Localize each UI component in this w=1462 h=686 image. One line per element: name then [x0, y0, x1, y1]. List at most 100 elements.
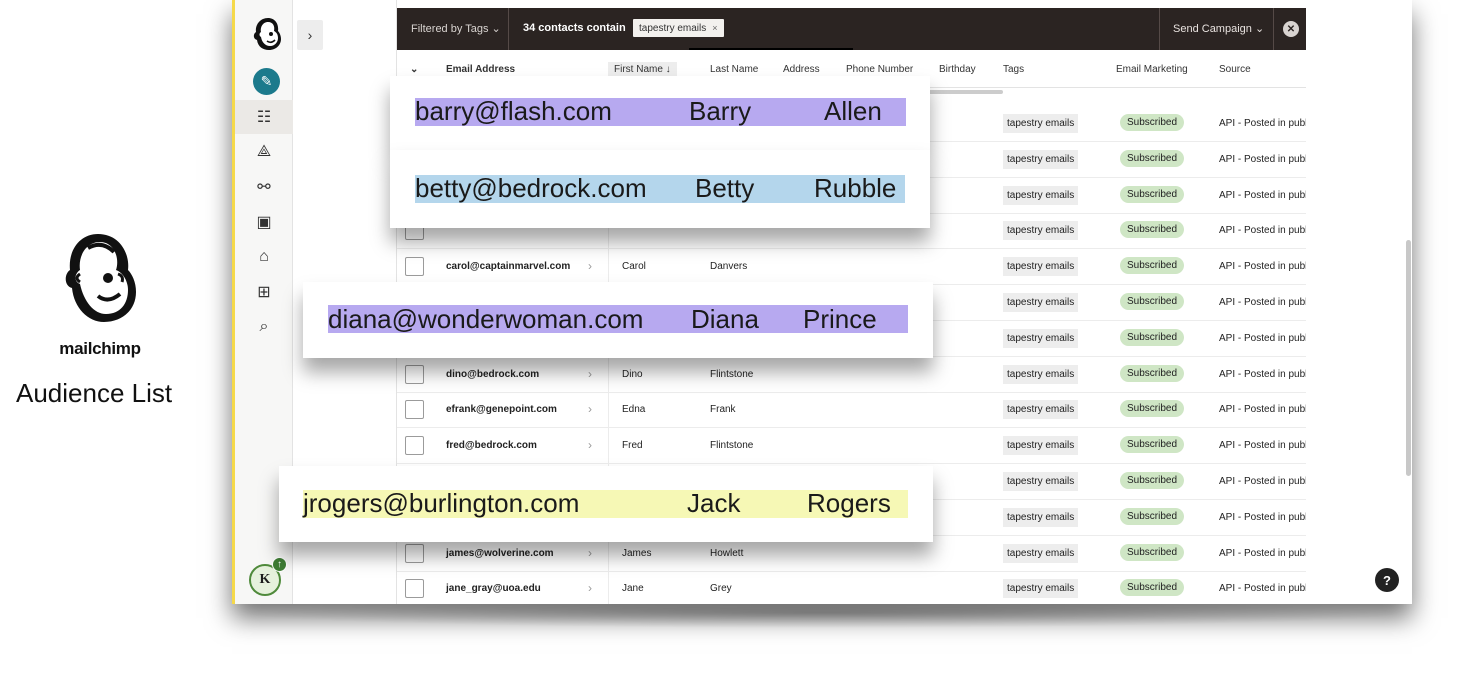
- row-tag[interactable]: tapestry emails: [1003, 149, 1079, 169]
- row-tag[interactable]: tapestry emails: [1003, 257, 1079, 277]
- row-tag[interactable]: tapestry emails: [1003, 328, 1079, 348]
- callout-email: jrogers@burlington.com: [303, 488, 580, 518]
- row-tag[interactable]: tapestry emails: [1003, 436, 1079, 456]
- row-first-name: Dino: [622, 368, 643, 380]
- callout-first-name: Jack: [687, 488, 741, 518]
- brand: mailchimp: [50, 228, 150, 359]
- send-campaign-button[interactable]: Send Campaign ⌄: [1173, 22, 1264, 35]
- row-email[interactable]: dino@bedrock.com: [446, 369, 539, 380]
- integrations-grid-icon[interactable]: ⊞: [235, 275, 293, 309]
- row-tag[interactable]: tapestry emails: [1003, 472, 1079, 491]
- help-button[interactable]: ?: [1375, 568, 1399, 592]
- table-row[interactable]: carol@captainmarvel.com › Carol Danvers tape…: [397, 249, 1306, 286]
- row-email[interactable]: carol@captainmarvel.com: [446, 261, 570, 272]
- vertical-scrollbar[interactable]: [1406, 240, 1411, 476]
- row-tag[interactable]: tapestry emails: [1003, 543, 1079, 563]
- mailchimp-icon[interactable]: [252, 16, 284, 52]
- row-tag[interactable]: tapestry emails: [1003, 507, 1079, 527]
- row-last-name: Frank: [710, 404, 736, 416]
- table-row[interactable]: efrank@genepoint.com › Edna Frank tapestry e…: [397, 392, 1306, 429]
- row-first-name: James: [622, 547, 652, 559]
- column-email-marketing[interactable]: Email Marketing: [1116, 64, 1188, 75]
- column-phone[interactable]: Phone Number: [846, 64, 913, 75]
- row-checkbox[interactable]: [405, 579, 424, 599]
- column-email[interactable]: Email Address: [446, 64, 515, 75]
- close-icon[interactable]: ✕: [1283, 21, 1299, 37]
- row-source: API - Posted in publ: [1219, 189, 1306, 201]
- status-badge: Subscribed: [1120, 221, 1185, 239]
- audience-icon[interactable]: ☷: [235, 100, 293, 134]
- row-tag[interactable]: tapestry emails: [1003, 114, 1079, 133]
- divider: [508, 8, 509, 50]
- row-tag[interactable]: tapestry emails: [1003, 293, 1079, 312]
- callout-first-name: Betty: [695, 173, 755, 203]
- row-last-name: Howlett: [710, 547, 744, 559]
- column-divider: [608, 356, 609, 393]
- row-email[interactable]: fred@bedrock.com: [446, 440, 537, 451]
- callout-card: betty@bedrock.com Betty Rubble: [390, 150, 930, 228]
- row-expand-chevron-icon[interactable]: ›: [588, 402, 592, 416]
- row-checkbox[interactable]: [405, 257, 424, 277]
- callout-card: barry@flash.com Barry Allen: [390, 76, 930, 150]
- callout-first-name: Diana: [691, 304, 759, 334]
- row-source: API - Posted in publ: [1219, 332, 1306, 344]
- column-source[interactable]: Source: [1219, 64, 1251, 75]
- callout-email: diana@wonderwoman.com: [328, 304, 644, 334]
- row-expand-chevron-icon[interactable]: ›: [588, 367, 592, 381]
- website-icon[interactable]: ▣: [235, 205, 293, 239]
- callout-card: jrogers@burlington.com Jack Rogers: [279, 466, 933, 542]
- column-tags[interactable]: Tags: [1003, 64, 1024, 75]
- row-checkbox[interactable]: [405, 436, 424, 456]
- row-email[interactable]: jane_gray@uoa.edu: [446, 583, 541, 594]
- row-tag[interactable]: tapestry emails: [1003, 185, 1079, 205]
- row-first-name: Fred: [622, 440, 643, 452]
- column-first-name[interactable]: First Name ↓: [608, 62, 677, 77]
- filter-dropdown[interactable]: Filtered by Tags ⌄: [411, 22, 501, 35]
- row-checkbox[interactable]: [405, 364, 424, 384]
- select-all-dropdown[interactable]: ⌄: [410, 64, 418, 75]
- brand-caption: Audience List: [16, 378, 173, 408]
- content-studio-icon[interactable]: ⌂: [235, 240, 293, 274]
- row-tag[interactable]: tapestry emails: [1003, 364, 1079, 384]
- callout-last-name: Prince: [803, 304, 877, 334]
- row-last-name: Flintstone: [710, 440, 754, 452]
- row-expand-chevron-icon[interactable]: ›: [588, 546, 592, 560]
- create-pencil-icon[interactable]: ✎: [253, 68, 280, 95]
- expand-panel-button[interactable]: ›: [297, 20, 323, 50]
- stage: mailchimp Audience List ✎ ☷ ⟁ ⚯ ▣ ⌂ ⊞ ⌕ …: [0, 0, 1462, 686]
- column-address[interactable]: Address: [783, 64, 820, 75]
- table-row[interactable]: jane_gray@uoa.edu › Jane Grey tapestry email…: [397, 571, 1306, 604]
- row-expand-chevron-icon[interactable]: ›: [588, 438, 592, 452]
- row-first-name: Edna: [622, 404, 646, 416]
- table-row[interactable]: dino@bedrock.com › Dino Flintstone tapestry …: [397, 356, 1306, 393]
- brand-name: mailchimp: [59, 339, 141, 358]
- row-first-name: Jane: [622, 583, 644, 595]
- row-checkbox[interactable]: [405, 400, 424, 420]
- filter-bar: Filtered by Tags ⌄ 34 contacts contain t…: [397, 8, 1306, 64]
- callout-last-name: Allen: [824, 96, 882, 126]
- row-expand-chevron-icon[interactable]: ›: [588, 581, 592, 595]
- column-birthday[interactable]: Birthday: [939, 64, 976, 75]
- remove-tag-icon[interactable]: ×: [712, 23, 717, 33]
- column-last-name[interactable]: Last Name: [710, 64, 758, 75]
- row-tag[interactable]: tapestry emails: [1003, 221, 1079, 241]
- row-tag[interactable]: tapestry emails: [1003, 579, 1079, 599]
- search-icon[interactable]: ⌕: [235, 310, 293, 344]
- row-email[interactable]: efrank@genepoint.com: [446, 404, 557, 415]
- mailchimp-logo-icon: [65, 234, 136, 322]
- column-divider: [608, 571, 609, 604]
- column-divider: [608, 249, 609, 286]
- row-checkbox[interactable]: [405, 543, 424, 563]
- table-row[interactable]: fred@bedrock.com › Fred Flintstone tapestry …: [397, 428, 1306, 465]
- status-badge: Subscribed: [1120, 293, 1185, 310]
- campaigns-megaphone-icon[interactable]: ⟁: [235, 135, 293, 169]
- status-badge: Subscribed: [1120, 436, 1185, 454]
- row-source: API - Posted in publ: [1219, 153, 1306, 165]
- row-tag[interactable]: tapestry emails: [1003, 400, 1079, 420]
- status-badge: Subscribed: [1120, 364, 1185, 382]
- tag-chip[interactable]: tapestry emails ×: [633, 19, 724, 37]
- upgrade-badge-icon[interactable]: ↑: [272, 557, 287, 572]
- row-email[interactable]: james@wolverine.com: [446, 548, 554, 559]
- automations-icon[interactable]: ⚯: [235, 170, 293, 204]
- row-expand-chevron-icon[interactable]: ›: [588, 259, 592, 273]
